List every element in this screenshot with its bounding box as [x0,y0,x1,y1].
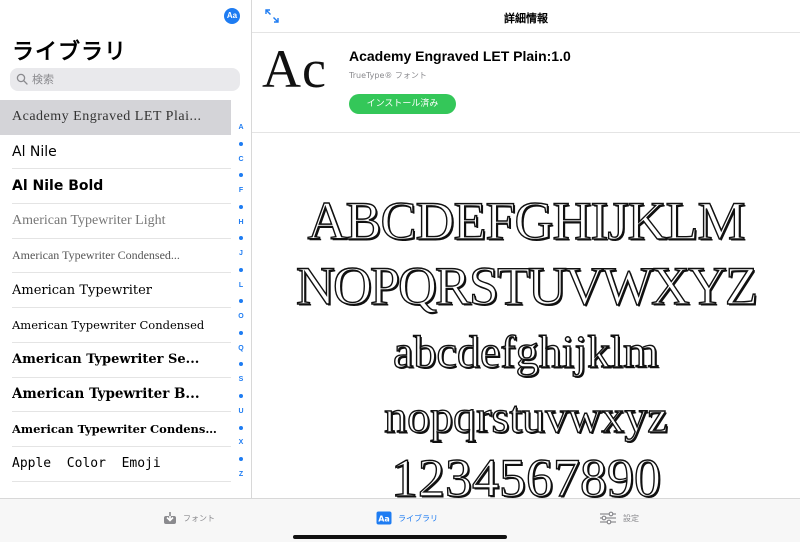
tab-library-label: ライブラリ [398,513,438,523]
font-type: TrueType® フォント [349,71,427,80]
index-letter[interactable]: H [238,219,243,227]
font-row-label: American Typewriter Condense... [12,422,224,437]
index-letter[interactable]: C [238,156,243,164]
font-detail-pane: 詳細情報 Ac Academy Engraved LET Plain:1.0 T… [252,0,800,498]
header-divider [252,32,800,33]
sample-lowercase-n-z: nopqrstuvwxyz [383,390,668,442]
font-row-label: Apple Color Emoji [12,456,161,472]
font-row-label: American Typewriter Condensed... [12,248,180,263]
sample-digits: 1234567890 [390,447,661,498]
font-row-american-typewriter-bold[interactable]: American Typewriter B... [12,378,231,413]
font-preview-toggle-button[interactable]: Aa [224,8,240,24]
index-dot[interactable] [239,425,243,430]
index-dot[interactable] [239,394,243,399]
font-row-label: American Typewriter Se... [12,352,200,368]
font-row-label: Al Nile [12,143,57,160]
index-letter[interactable]: Z [239,471,243,479]
index-letter[interactable]: F [239,187,243,195]
font-preview-glyphs: Ac [262,39,327,99]
sliders-icon [600,511,616,525]
index-dot[interactable] [239,267,243,272]
sample-uppercase-a-m: ABCDEFGHIJKLM [307,190,746,251]
index-letter[interactable]: O [238,313,243,321]
installed-button[interactable]: インストール済み [349,94,456,114]
index-dot[interactable] [239,330,243,335]
font-list: Academy Engraved LET Plai... Al Nile Al … [0,100,231,482]
library-title: ライブラリ [12,40,128,65]
font-row-al-nile-bold[interactable]: Al Nile Bold [12,169,231,205]
index-letter[interactable]: Q [238,345,243,353]
font-row-american-typewriter-condensed-bold[interactable]: American Typewriter Condense... [12,412,231,447]
detail-header-title: 詳細情報 [504,12,548,25]
info-divider [252,132,800,133]
index-letter[interactable]: S [239,376,244,384]
tab-settings-label: 設定 [623,513,639,523]
index-dot[interactable] [239,362,243,367]
tab-library[interactable]: Aa ライブラリ [376,508,438,528]
font-row-academy-engraved[interactable]: Academy Engraved LET Plai... [0,100,231,135]
aa-library-icon: Aa [376,511,392,525]
index-dot[interactable] [239,236,243,241]
font-row-american-typewriter-semibold[interactable]: American Typewriter Se... [12,343,231,378]
font-row-label: American Typewriter [12,282,152,298]
font-row-label: American Typewriter Condensed [12,317,205,332]
sample-uppercase-n-z: NOPQRSTUVWXYZ [295,255,758,316]
index-letter[interactable]: A [238,124,243,132]
section-index-bar[interactable]: A C F H J L O Q S U X Z [234,124,248,479]
font-row-american-typewriter[interactable]: American Typewriter [12,273,231,309]
font-row-label: Academy Engraved LET Plai... [12,109,202,125]
font-row-american-typewriter-condensed[interactable]: American Typewriter Condensed [12,308,231,343]
index-dot[interactable] [239,141,243,146]
sample-lowercase-a-m: abcdefghijklm [392,325,659,377]
index-dot[interactable] [239,173,243,178]
index-dot[interactable] [239,299,243,304]
font-row-american-typewriter-condensed-light[interactable]: American Typewriter Condensed... [12,239,231,274]
font-row-label: American Typewriter Light [12,212,166,228]
tab-settings[interactable]: 設定 [599,508,639,528]
index-letter[interactable]: U [238,408,243,416]
index-letter[interactable]: L [239,282,243,290]
font-name: Academy Engraved LET Plain:1.0 [349,48,571,64]
download-tray-icon [164,512,176,524]
font-row-label: American Typewriter B... [12,386,200,403]
index-dot[interactable] [239,457,243,462]
font-row-apple-color-emoji[interactable]: Apple Color Emoji [12,447,231,482]
library-sidebar: Aa ライブラリ Academy Engraved LET Plai... Al… [0,0,252,498]
home-indicator[interactable] [293,535,507,539]
search-input[interactable] [32,70,232,89]
font-row-american-typewriter-light[interactable]: American Typewriter Light [12,204,231,239]
tab-fonts[interactable]: フォント [163,508,215,528]
tab-fonts-label: フォント [183,513,215,523]
search-icon [16,73,28,85]
font-row-al-nile[interactable]: Al Nile [12,135,231,170]
font-row-label: Al Nile Bold [12,178,104,195]
index-dot[interactable] [239,204,243,209]
index-letter[interactable]: X [239,439,244,447]
svg-text:Aa: Aa [378,515,390,524]
index-letter[interactable]: J [239,250,243,258]
